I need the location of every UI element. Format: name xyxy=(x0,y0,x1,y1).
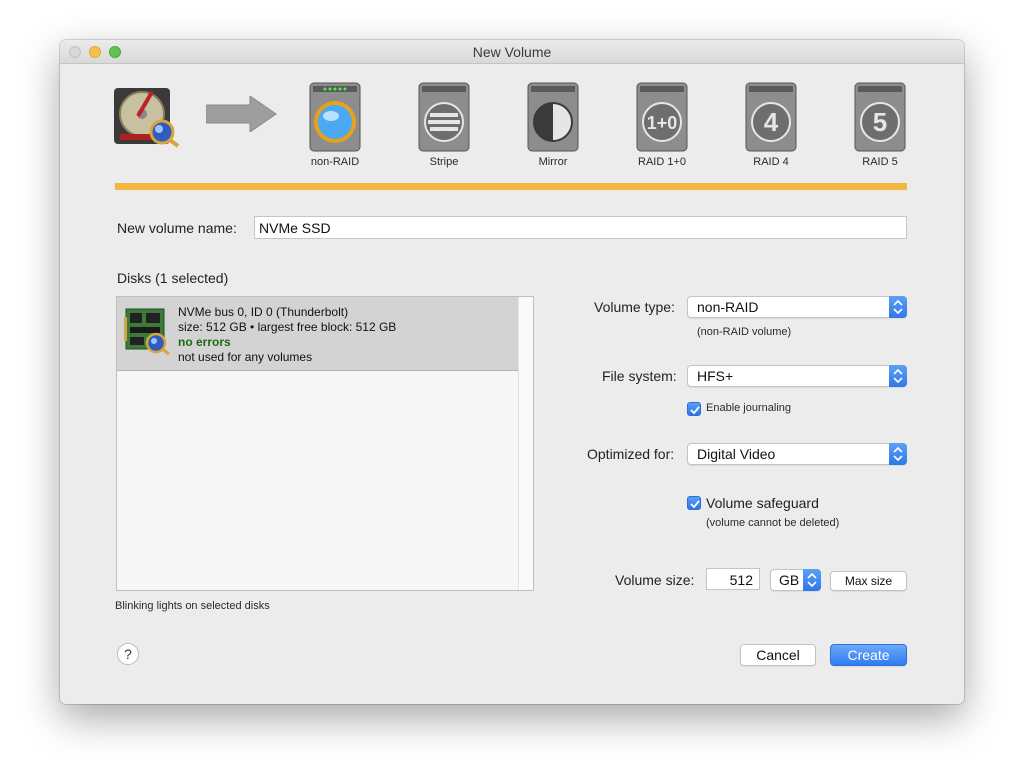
disk-list-scrollbar[interactable] xyxy=(518,297,533,590)
disk-size: size: 512 GB • largest free block: 512 G… xyxy=(178,320,397,334)
raid-type-label: Mirror xyxy=(538,156,568,168)
raid-type-mirror[interactable]: Mirror xyxy=(503,82,603,172)
volume-safeguard-checkbox[interactable] xyxy=(687,496,701,510)
raid-type-label: non-RAID xyxy=(310,156,360,168)
volume-name-label: New volume name: xyxy=(117,220,237,236)
disk-status: no errors xyxy=(178,335,231,349)
raid-10-icon: 1+0 xyxy=(636,82,688,152)
new-volume-window: New Volume non-RAID Stripe Mirror 1+0 RA… xyxy=(60,40,964,704)
popup-chevron-icon xyxy=(889,296,907,318)
zoom-window-button[interactable] xyxy=(109,46,121,58)
raid-type-label: RAID 4 xyxy=(753,156,789,168)
volume-name-input[interactable] xyxy=(254,216,907,239)
raid-mirror-icon xyxy=(527,82,579,152)
size-unit-popup[interactable]: GB xyxy=(770,569,821,591)
hard-disk-icon xyxy=(112,84,182,148)
raid-type-raid10[interactable]: 1+0 RAID 1+0 xyxy=(612,82,712,172)
disk-name: NVMe bus 0, ID 0 (Thunderbolt) xyxy=(178,305,349,319)
raid-type-stripe[interactable]: Stripe xyxy=(394,82,494,172)
volume-safeguard-label: Volume safeguard xyxy=(706,495,819,511)
popup-chevron-icon xyxy=(889,365,907,387)
optimized-for-value: Digital Video xyxy=(697,446,776,462)
checkmark-icon xyxy=(690,406,700,415)
optimized-for-popup[interactable]: Digital Video xyxy=(687,443,907,465)
cancel-button[interactable]: Cancel xyxy=(740,644,816,666)
raid-type-label: RAID 5 xyxy=(862,156,898,168)
checkmark-icon xyxy=(690,500,700,509)
disk-usage: not used for any volumes xyxy=(178,350,313,364)
raid-type-raid5[interactable]: 5 RAID 5 xyxy=(830,82,930,172)
enable-journaling-label: Enable journaling xyxy=(706,402,792,414)
raid-type-nonraid[interactable]: non-RAID xyxy=(285,82,385,172)
raid-type-label: Stripe xyxy=(429,156,459,168)
progress-bar xyxy=(115,183,907,190)
raid-10-glyph: 1+0 xyxy=(647,113,678,133)
arrow-right-icon xyxy=(205,95,278,133)
volume-size-label: Volume size: xyxy=(615,572,695,588)
minimize-window-button[interactable] xyxy=(89,46,101,58)
disks-header: Disks (1 selected) xyxy=(117,270,229,286)
raid-type-raid4[interactable]: 4 RAID 4 xyxy=(721,82,821,172)
volume-type-note: (non-RAID volume) xyxy=(697,326,792,338)
raid-5-icon: 5 xyxy=(854,82,906,152)
popup-chevron-icon xyxy=(803,569,821,591)
raid-nonraid-icon xyxy=(309,82,361,152)
volume-safeguard-note: (volume cannot be deleted) xyxy=(706,517,840,529)
create-button[interactable]: Create xyxy=(830,644,907,666)
raid-stripe-icon xyxy=(418,82,470,152)
disk-list[interactable]: NVMe bus 0, ID 0 (Thunderbolt) size: 512… xyxy=(116,296,534,591)
title-bar: New Volume xyxy=(60,40,964,64)
help-button[interactable]: ? xyxy=(117,643,139,665)
window-title: New Volume xyxy=(472,44,552,60)
size-unit-value: GB xyxy=(779,572,800,588)
file-system-popup[interactable]: HFS+ xyxy=(687,365,907,387)
file-system-label: File system: xyxy=(602,368,677,384)
optimized-for-label: Optimized for: xyxy=(587,446,675,462)
raid-type-label: RAID 1+0 xyxy=(638,156,686,168)
file-system-value: HFS+ xyxy=(697,368,734,384)
volume-type-popup[interactable]: non-RAID xyxy=(687,296,907,318)
disks-footer-note: Blinking lights on selected disks xyxy=(115,600,270,612)
raid-4-icon: 4 xyxy=(745,82,797,152)
max-size-button[interactable]: Max size xyxy=(830,571,907,591)
close-window-button[interactable] xyxy=(69,46,81,58)
raid-4-glyph: 4 xyxy=(764,107,779,137)
volume-type-value: non-RAID xyxy=(697,299,759,315)
volume-size-input[interactable] xyxy=(706,568,760,590)
volume-type-label: Volume type: xyxy=(594,299,675,315)
list-item[interactable]: NVMe bus 0, ID 0 (Thunderbolt) size: 512… xyxy=(117,297,519,371)
nvme-drive-icon xyxy=(124,308,170,355)
enable-journaling-checkbox[interactable] xyxy=(687,402,701,416)
popup-chevron-icon xyxy=(889,443,907,465)
raid-5-glyph: 5 xyxy=(873,107,887,137)
